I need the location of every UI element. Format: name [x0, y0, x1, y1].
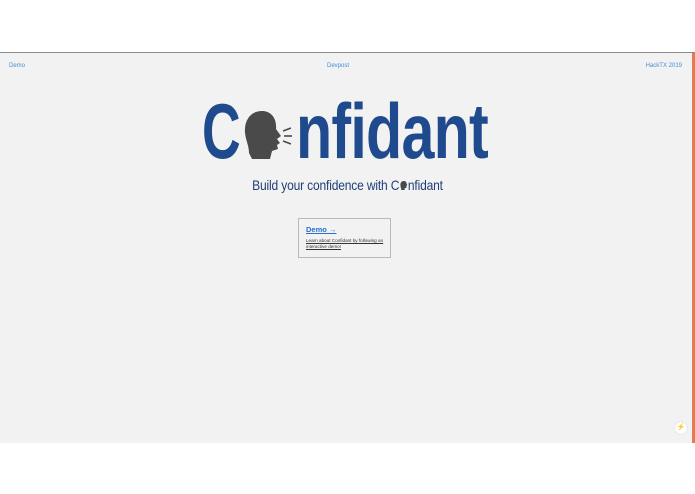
tagline-text-end: nfidant — [407, 177, 443, 193]
app-frame: Demo Devpost HackTX 2019 C nfidant Build… — [0, 52, 695, 443]
demo-card-description: Learn about Confidant by following an in… — [306, 238, 384, 249]
small-speaking-head-icon — [400, 181, 408, 190]
nav-link-hacktx[interactable]: HackTX 2019 — [646, 63, 682, 69]
logo-word-rest: nfidant — [296, 91, 489, 163]
nav-link-demo[interactable]: Demo — [9, 63, 25, 69]
tagline: Build your confidence with C nfidant — [49, 177, 647, 193]
logo-letter-c: C — [202, 91, 240, 163]
confidant-logo: C nfidant — [202, 91, 490, 163]
tagline-text-start: Build your confidence with C — [252, 177, 400, 193]
lightning-icon[interactable]: ⚡ — [675, 422, 687, 434]
nav-link-devpost[interactable]: Devpost — [327, 63, 349, 69]
demo-card-title[interactable]: Demo → — [306, 225, 383, 234]
speaking-head-icon — [244, 111, 292, 159]
demo-card[interactable]: Demo → Learn about Confidant by followin… — [298, 218, 391, 258]
